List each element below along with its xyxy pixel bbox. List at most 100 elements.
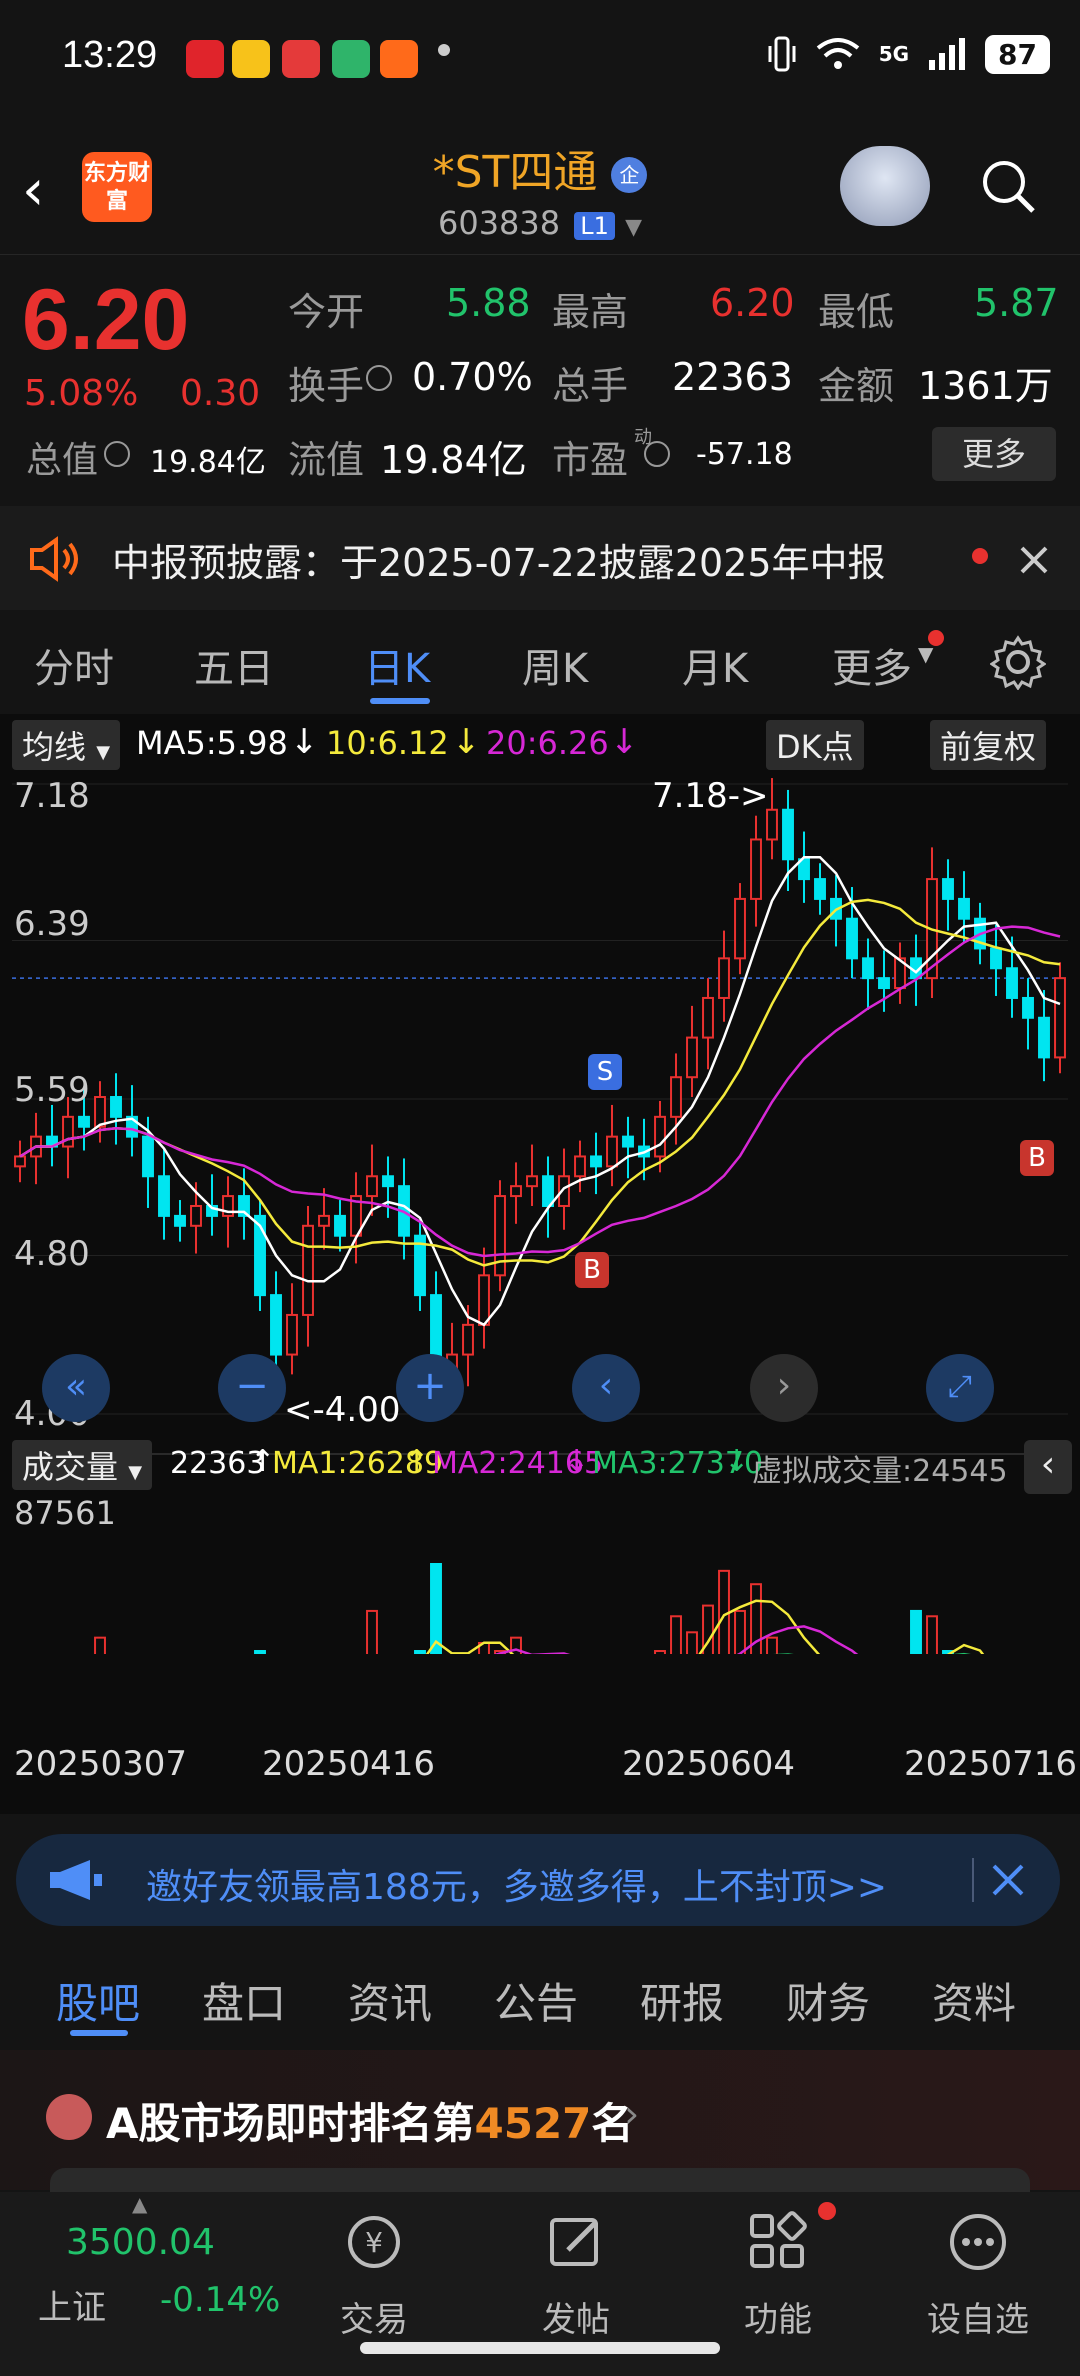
candle-body: [654, 1115, 666, 1158]
ma-selector[interactable]: 均线 ▼: [12, 720, 121, 770]
indicator-selector[interactable]: 成交量 ▼: [12, 1440, 153, 1490]
close-icon[interactable]: [1018, 544, 1050, 576]
tab-weekly-k[interactable]: 周K: [522, 636, 588, 694]
zoom-out-button[interactable]: −: [218, 1354, 286, 1422]
indicator-selector-label: 成交量: [22, 1448, 119, 1486]
candle-body: [734, 897, 746, 960]
candle-body: [302, 1224, 314, 1316]
candle-body: [878, 977, 890, 990]
market-rank-banner[interactable]: A股市场即时排名第4527名 ›: [0, 2050, 1080, 2198]
candle-body: [814, 878, 826, 900]
amount-label: 金额: [818, 364, 895, 408]
chevron-down-icon: ▼: [128, 1462, 143, 1483]
notice-text: 中报预披露：于2025-07-22披露2025年中报: [112, 541, 886, 585]
candle-body: [190, 1204, 202, 1227]
date-tick: 20250307: [14, 1744, 188, 1784]
unread-dot: [928, 630, 944, 646]
candle-body: [686, 1036, 698, 1079]
sell-marker[interactable]: S: [588, 1054, 622, 1090]
tab-intraday[interactable]: 分时: [34, 636, 114, 694]
ma10-legend: 10:6.12: [326, 724, 449, 762]
collapse-panel-button[interactable]: ‹: [1024, 1440, 1072, 1494]
bottom-nav: ▲ 3500.04 上证 -0.14% ¥ 交易 发帖 功能 设自选: [0, 2192, 1080, 2376]
tab-finance[interactable]: 财务: [786, 1970, 870, 2031]
volume-bar: [910, 1609, 922, 1654]
nav-functions[interactable]: 功能: [708, 2292, 848, 2341]
volume-bar: [670, 1615, 682, 1654]
period-tabs: 分时 五日 日K 周K 月K 更多 ▼: [0, 612, 1080, 712]
apps-grid-icon[interactable]: [746, 2210, 810, 2274]
candle-body: [574, 1155, 586, 1178]
chevron-up-icon[interactable]: ▲: [132, 2192, 147, 2216]
info-icon[interactable]: [366, 365, 392, 391]
index-change[interactable]: -0.14%: [160, 2280, 280, 2320]
close-icon[interactable]: [990, 1862, 1026, 1898]
tab-more[interactable]: 更多: [832, 636, 912, 694]
volume-bar: [686, 1631, 698, 1654]
notice-bar[interactable]: 中报预披露：于2025-07-22披露2025年中报: [0, 506, 1080, 610]
home-indicator[interactable]: [360, 2342, 720, 2354]
vol-ma1-line: [425, 1599, 985, 1654]
rank-number: 4527: [474, 2099, 592, 2148]
more-button[interactable]: 更多: [932, 427, 1056, 481]
tab-announcements[interactable]: 公告: [494, 1970, 578, 2031]
tab-pankou[interactable]: 盘口: [202, 1970, 286, 2031]
nav-post[interactable]: 发帖: [506, 2292, 646, 2341]
notification-icon: [332, 40, 370, 78]
tab-profile[interactable]: 资料: [932, 1970, 1016, 2031]
index-value[interactable]: 3500.04: [66, 2222, 215, 2263]
volume-axis-max: 87561: [14, 1494, 116, 1532]
unread-dot: [972, 548, 988, 564]
quote-panel: 6.20 5.08% 0.30 总值 19.84亿 今开 5.88 最高 6.2…: [0, 254, 1080, 506]
trade-icon[interactable]: ¥: [342, 2210, 406, 2274]
index-name[interactable]: 上证: [38, 2280, 106, 2329]
wifi-icon: [816, 38, 859, 69]
kline-chart[interactable]: 均线 ▼ MA5:5.98 ↓ 10:6.12 ↓ 20:6.26 ↓ DK点 …: [0, 714, 1080, 1814]
assistant-robot-icon[interactable]: [840, 146, 930, 226]
date-tick: 20250716: [904, 1744, 1078, 1784]
volume-label: 总手: [552, 364, 629, 408]
search-icon[interactable]: [980, 158, 1036, 214]
next-candle-button[interactable]: ›: [750, 1354, 818, 1422]
app-header: ‹ 东方财富 *ST四通 企 603838 L1 ▼: [0, 118, 1080, 254]
high-label: 最高: [552, 290, 629, 334]
prev-candle-button[interactable]: ‹: [572, 1354, 640, 1422]
invite-text: 邀好友领最高188元，多邀多得，上不封顶>>: [146, 1867, 888, 1908]
dk-point-selector[interactable]: DK点: [766, 720, 864, 770]
tab-news[interactable]: 资讯: [348, 1970, 432, 2031]
fullscreen-icon[interactable]: ⤢: [926, 1354, 994, 1422]
high-value: 6.20: [710, 281, 795, 325]
high-annotation: 7.18->: [652, 776, 769, 816]
tab-guba[interactable]: 股吧: [56, 1970, 140, 2031]
date-tick: 20250604: [622, 1744, 796, 1784]
tab-five-day[interactable]: 五日: [194, 636, 274, 694]
adjust-selector[interactable]: 前复权: [930, 720, 1047, 770]
more-dots-icon[interactable]: [946, 2210, 1010, 2274]
tab-monthly-k[interactable]: 月K: [682, 636, 748, 694]
notification-icon: [282, 40, 320, 78]
candle-body: [366, 1175, 378, 1198]
divider: [972, 1858, 974, 1902]
status-bar: 13:29 5G 87: [0, 0, 1080, 118]
nav-trade[interactable]: 交易: [304, 2292, 444, 2341]
buy-marker[interactable]: B: [1020, 1140, 1054, 1176]
edit-post-icon[interactable]: [544, 2210, 608, 2274]
gear-icon[interactable]: [990, 634, 1046, 690]
volume-bar: [766, 1636, 778, 1654]
zoom-in-button[interactable]: +: [396, 1354, 464, 1422]
candle-body: [958, 897, 970, 920]
scroll-start-button[interactable]: «: [42, 1354, 110, 1422]
rank-text: A股市场即时排名第4527名: [106, 2090, 633, 2151]
tab-daily-k[interactable]: 日K: [364, 636, 430, 694]
invite-banner[interactable]: 邀好友领最高188元，多邀多得，上不封顶>>: [16, 1834, 1060, 1926]
content-tabs: 股吧 盘口 资讯 公告 研报 财务 资料: [0, 1946, 1080, 2046]
info-icon[interactable]: [644, 441, 670, 467]
candle-body: [1006, 967, 1018, 999]
notification-icon: [186, 40, 224, 78]
buy-marker[interactable]: B: [575, 1252, 609, 1288]
nav-add-watchlist[interactable]: 设自选: [908, 2292, 1048, 2341]
candle-body: [542, 1175, 554, 1207]
tab-research[interactable]: 研报: [640, 1970, 724, 2031]
notification-icon: [380, 40, 418, 78]
info-icon[interactable]: [104, 441, 130, 467]
